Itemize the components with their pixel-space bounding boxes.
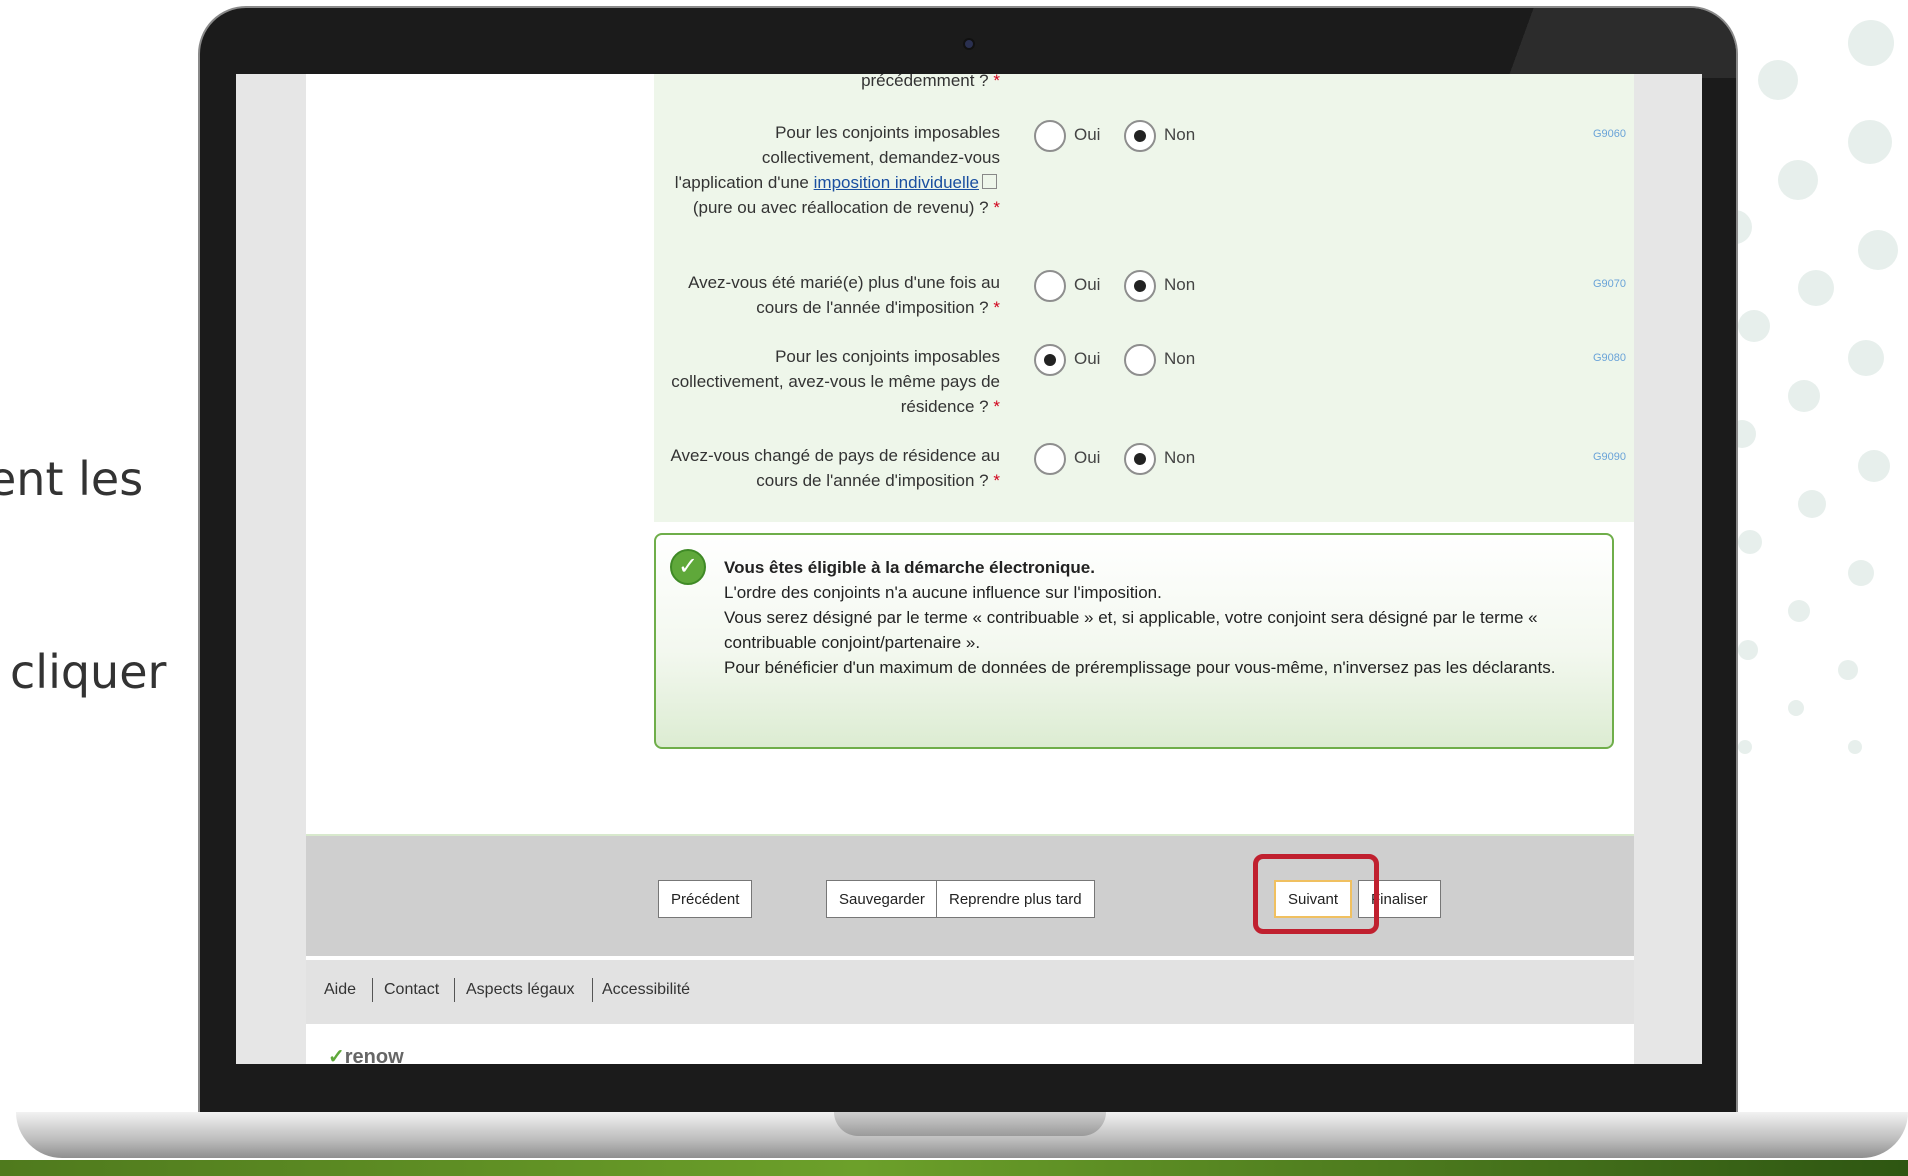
radio-label-oui: Oui — [1074, 125, 1101, 144]
radio-label-non: Non — [1164, 275, 1196, 294]
footer-separator — [454, 978, 455, 1002]
question-label-g9080: Pour les conjoints imposables collective… — [671, 347, 1000, 416]
radio-oui-g9090[interactable] — [1034, 443, 1066, 475]
laptop-screen: précédemment ? * Pour les conjoints impo… — [236, 74, 1702, 1064]
decorative-dot — [1738, 530, 1762, 554]
radio-label-non: Non — [1164, 125, 1196, 144]
decorative-dot — [1848, 20, 1894, 66]
previous-button[interactable]: Précédent — [658, 880, 753, 918]
tax-form-page: précédemment ? * Pour les conjoints impo… — [306, 74, 1634, 1064]
footer-separator — [372, 978, 373, 1002]
renow-logo: ✓renow — [328, 1044, 404, 1064]
laptop-base-notch — [834, 1112, 1106, 1136]
radio-label-oui: Oui — [1074, 448, 1101, 467]
radio-non-g9090[interactable] — [1124, 443, 1156, 475]
footer-link-accessibility[interactable]: Accessibilité — [602, 981, 690, 999]
radio-non-g9060[interactable] — [1124, 120, 1156, 152]
decorative-dot — [1778, 160, 1818, 200]
decorative-dot — [1798, 270, 1834, 306]
decorative-dot — [1858, 230, 1898, 270]
save-button[interactable]: Sauvegarder — [826, 880, 938, 918]
imposition-individuelle-link[interactable]: imposition individuelle — [814, 173, 979, 192]
decorative-dot — [1848, 740, 1862, 754]
decorative-dot — [1788, 700, 1804, 716]
footer-link-legal[interactable]: Aspects légaux — [466, 981, 575, 999]
footer-separator — [592, 978, 593, 1002]
radio-label-oui: Oui — [1074, 349, 1101, 368]
required-marker: * — [993, 397, 1000, 416]
required-marker: * — [993, 471, 1000, 490]
radio-non-g9070[interactable] — [1124, 270, 1156, 302]
radio-label-non: Non — [1164, 448, 1196, 467]
radio-label-oui: Oui — [1074, 275, 1101, 294]
decorative-dot — [1788, 600, 1810, 622]
required-marker: * — [993, 198, 1000, 217]
question-label-g9090: Avez-vous changé de pays de résidence au… — [670, 446, 1000, 490]
question-label: précédemment ? * — [670, 74, 1000, 93]
question-code: G9090 — [1592, 451, 1626, 463]
checkmark-circle-icon: ✓ — [670, 549, 706, 585]
decorative-dot — [1738, 740, 1752, 754]
required-marker: * — [993, 298, 1000, 317]
footer-link-help[interactable]: Aide — [324, 981, 356, 999]
decorative-dot — [1848, 340, 1884, 376]
slide-text-fragment-2: cliquer — [10, 645, 167, 699]
eligibility-line-1: L'ordre des conjoints n'a aucune influen… — [724, 583, 1162, 602]
question-code: G9060 — [1592, 128, 1626, 140]
eligibility-title: Vous êtes éligible à la démarche électro… — [724, 558, 1095, 577]
slide-text-fragment-1: ent les — [0, 452, 144, 506]
page-footer: Aide Contact Aspects légaux Accessibilit… — [306, 960, 1634, 1024]
lid-glare — [1436, 8, 1736, 78]
decorative-dot — [1738, 640, 1758, 660]
radio-oui-g9080[interactable] — [1034, 344, 1066, 376]
decorative-dot — [1738, 310, 1770, 342]
footer-link-contact[interactable]: Contact — [384, 981, 439, 999]
decorative-dot — [1848, 120, 1892, 164]
external-link-icon — [982, 174, 997, 189]
decorative-dot — [1798, 490, 1826, 518]
slide-bottom-bar — [0, 1160, 1908, 1176]
question-code: G9070 — [1592, 278, 1626, 290]
required-marker: * — [993, 74, 1000, 90]
presentation-slide: ent les cliquer précédemment ? * Pour le… — [0, 0, 1908, 1176]
question-code: G9080 — [1592, 352, 1626, 364]
decorative-dot — [1758, 60, 1798, 100]
decorative-dot — [1848, 560, 1874, 586]
next-button-highlight — [1253, 854, 1379, 934]
decorative-dot — [1858, 450, 1890, 482]
navigation-button-bar: Précédent Sauvegarder Reprendre plus tar… — [306, 834, 1634, 956]
radio-oui-g9060[interactable] — [1034, 120, 1066, 152]
camera-icon — [963, 38, 975, 50]
radio-oui-g9070[interactable] — [1034, 270, 1066, 302]
eligibility-line-2: Vous serez désigné par le terme « contri… — [724, 608, 1538, 652]
question-label-g9060: Pour les conjoints imposables collective… — [674, 123, 1000, 217]
logo-check-icon: ✓ — [328, 1046, 345, 1064]
eligibility-message-box: ✓ Vous êtes éligible à la démarche élect… — [654, 533, 1614, 749]
radio-non-g9080[interactable] — [1124, 344, 1156, 376]
radio-label-non: Non — [1164, 349, 1196, 368]
decorative-dot — [1788, 380, 1820, 412]
eligibility-line-3: Pour bénéficier d'un maximum de données … — [724, 658, 1556, 677]
question-label-g9070: Avez-vous été marié(e) plus d'une fois a… — [688, 273, 1000, 317]
decorative-dot — [1838, 660, 1858, 680]
eligibility-text: Vous êtes éligible à la démarche électro… — [724, 555, 1604, 680]
resume-later-button[interactable]: Reprendre plus tard — [936, 880, 1095, 918]
